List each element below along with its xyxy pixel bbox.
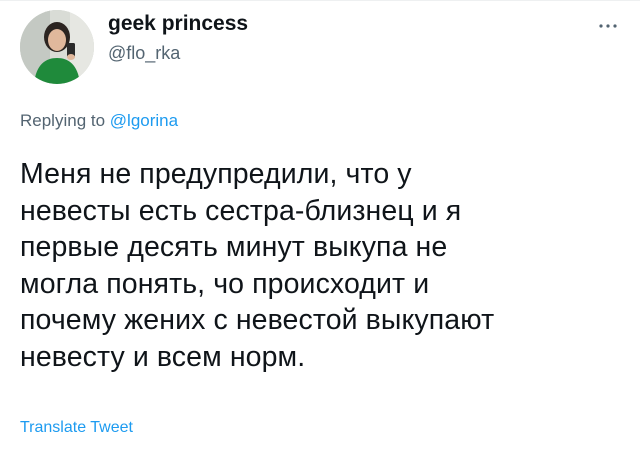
tweet-text-line: невесты есть сестра-близнец и я: [20, 194, 462, 227]
more-options-icon[interactable]: [596, 18, 620, 34]
tweet-text-line: первые десять минут выкупа не: [20, 231, 448, 263]
tweet-text: Меня не предупредили, что у невесты есть…: [20, 156, 620, 375]
translate-tweet-link[interactable]: Translate Tweet: [20, 418, 133, 438]
tweet-text-line: невесту и всем норм.: [20, 340, 306, 373]
author-identity: geek princess @flo_rka: [108, 12, 248, 64]
author-handle[interactable]: @flo_rka: [108, 42, 248, 64]
tweet-text-line: могла понять, чо происходит и: [20, 267, 430, 300]
top-divider: [0, 0, 640, 1]
replying-to: Replying to @lgorina: [20, 110, 178, 132]
avatar-image: [20, 10, 94, 84]
tweet-header: geek princess @flo_rka: [20, 10, 620, 84]
author-display-name[interactable]: geek princess: [108, 12, 248, 36]
avatar[interactable]: [20, 10, 94, 84]
tweet-text-line: почему жених с невестой выкупают: [20, 304, 495, 336]
tweet-card: geek princess @flo_rka Replying to @lgor…: [0, 0, 640, 453]
replying-to-label: Replying to: [20, 111, 106, 130]
replying-to-link[interactable]: @lgorina: [110, 111, 178, 130]
tweet-text-line: Меня не предупредили, что у: [20, 158, 412, 190]
